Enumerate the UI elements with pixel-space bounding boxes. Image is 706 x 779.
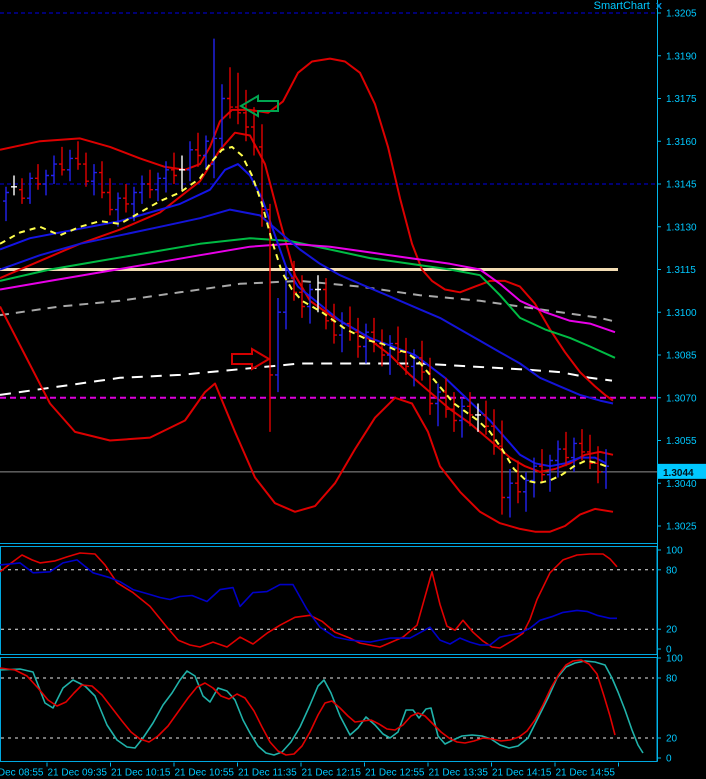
main-chart-plot[interactable] [0,13,657,532]
ohlc-bar [387,335,393,375]
ohlc-bar [435,384,441,427]
price-axis-label: 1.3175 [666,94,697,105]
time-axis-label: 21 Dec 14:15 [492,768,552,779]
red-right-arrow[interactable] [232,349,269,369]
ohlc-bar [179,156,185,190]
ohlc-bar [427,358,433,415]
ohlc-bar [539,449,545,483]
panel1-blue-line [0,560,617,645]
ohlc-bar [323,278,329,329]
price-axis-label: 1.3160 [666,137,697,148]
ohlc-bar [515,461,521,504]
ohlc-bar [459,398,465,438]
ohlc-bar [203,136,209,170]
ohlc-bar [75,141,81,170]
ohlc-bar [363,324,369,364]
ohlc-bar [275,298,281,392]
time-axis-label: 21 Dec 12:55 [365,768,425,779]
ohlc-bar [603,449,609,489]
ohlc-bar [259,124,265,227]
ohlc-bar [315,275,321,312]
ohlc-bar [187,141,193,181]
ohlc-bar [59,147,65,176]
smartchart-window: 100 80 20 0 100 80 20 0 1.3205 1.3190 1.3175 1.31… [0,0,706,779]
price-axis-label: 1.3055 [666,436,697,447]
ohlc-bar [235,73,241,124]
ohlc-bar [219,84,225,147]
price-axis-label: 1.3085 [666,351,697,362]
panel-axis-label: 100 [666,546,683,557]
band-red-lower [0,307,613,532]
panel-axis-label: 20 [666,625,678,636]
band-red-upper [0,59,613,401]
ohlc-bar [155,173,161,202]
oscillator-panel-2-frame [1,658,658,762]
ohlc-bar [499,421,505,515]
price-axis-label: 1.3100 [666,308,697,319]
ma-blue-fast [0,164,606,466]
chart-tab-close-icon[interactable]: x [656,0,662,12]
ohlc-bar [587,435,593,469]
ohlc-bar [395,327,401,361]
ohlc-bar [67,150,73,181]
time-axis-label: 21 Dec 09:35 [48,768,108,779]
time-axis-label: 21 Dec 10:15 [111,768,171,779]
ohlc-bar [3,187,9,221]
time-axis-label: 21 Dec 14:55 [556,768,616,779]
chart-tab-label[interactable]: SmartChart [594,0,650,12]
ohlc-bar [27,173,33,204]
indicator-panel-2[interactable]: 100 80 20 0 [0,654,683,765]
panel1-red-line [0,553,617,648]
price-axis-label: 1.3025 [666,522,697,533]
time-axis-label: 21 Dec 11:35 [238,768,297,779]
ohlc-bar [507,469,513,518]
ma-white-dashed [0,364,612,395]
price-axis-label: 1.3190 [666,51,697,62]
ohlc-bar [139,176,145,204]
ohlc-bar [11,176,17,196]
ohlc-bar [99,161,105,198]
time-axis-label: 21 Dec 13:35 [429,768,489,779]
panel-axis-label: 80 [666,674,678,685]
price-axis-label: 1.3205 [666,9,697,20]
current-price-label: 1.3044 [663,468,694,479]
price-axis-label: 1.3145 [666,180,697,191]
price-axis-label: 1.3040 [666,479,697,490]
ohlc-bar [83,153,89,187]
price-axis-label: 1.3130 [666,222,697,233]
price-axis: 1.3205 1.3190 1.3175 1.3160 1.3145 1.3130 1.31… [657,9,706,533]
ohlc-bar [339,312,345,352]
ohlc-bar [195,133,201,167]
indicator-panel-1[interactable]: 10080200 [0,546,683,656]
ohlc-bar [371,318,377,352]
ohlc-bar [91,164,97,195]
panel2-red-line [0,660,615,755]
ohlc-bar [35,164,41,190]
ohlc-bar [43,170,49,196]
ohlc-bar [51,156,57,185]
ohlc-bar [355,318,361,358]
ohlc-bar [547,455,553,492]
ohlc-bar [19,178,25,204]
ma-yellow-dashed [0,147,606,483]
panel-axis-label: 80 [666,565,678,576]
panel-axis-label: 100 [666,654,683,665]
time-axis-label: 21 Dec 08:55 [0,768,44,779]
ohlc-bar [347,307,353,341]
price-axis-label: 1.3070 [666,393,697,404]
time-axis-label: 21 Dec 10:55 [175,768,235,779]
oscillator-panel-1-frame [1,547,658,655]
time-axis-label: 21 Dec 12:15 [302,768,362,779]
time-axis: 21 Dec 08:55 21 Dec 09:3521 Dec 10:15 21 D… [0,763,619,779]
ohlc-bar [491,409,497,455]
ohlc-bar [123,184,129,213]
price-axis-label: 1.3115 [666,265,696,276]
ohlc-bar [331,304,337,344]
chart-canvas: 100 80 20 0 100 80 20 0 1.3205 1.3190 1.3175 1.31… [0,0,706,779]
panel-axis-label: 0 [666,754,672,765]
panel-axis-label: 20 [666,734,678,745]
ohlc-bar [147,170,153,198]
chart-tab[interactable]: SmartChart x [594,0,662,14]
